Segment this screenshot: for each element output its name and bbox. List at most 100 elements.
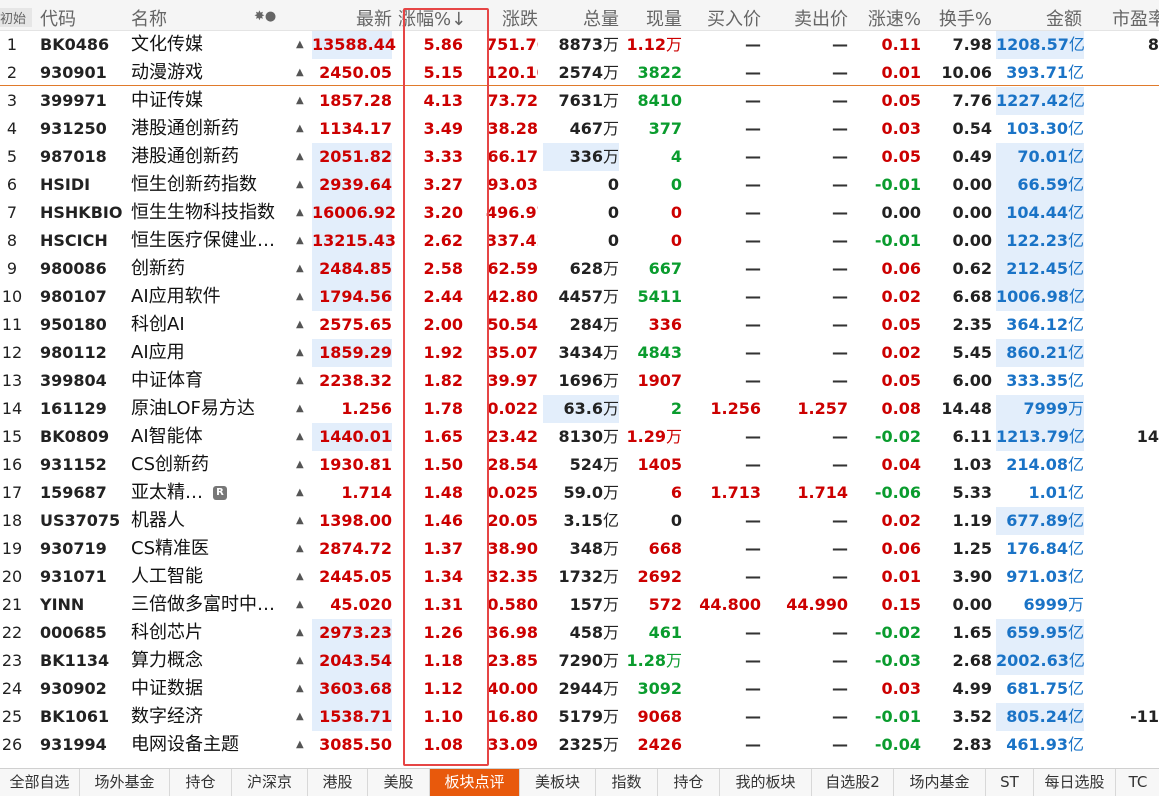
bell-icon: ▲	[296, 263, 304, 274]
table-row[interactable]: 18 US37075 机器人 ▲ 1398.00 1.46 20.05 3.15亿 0— —0.0…	[0, 507, 1159, 535]
tab-10[interactable]: 我的板块	[720, 769, 812, 796]
table-row[interactable]: 9 980086 创新药 ▲ 2484.85 2.58 62.59 628万 667 — — 0.06…	[0, 255, 1159, 283]
tab-6[interactable]: 板块点评	[430, 769, 520, 796]
trade-amount-value: 971.03	[1006, 567, 1068, 586]
table-row[interactable]: 21 YINN 三倍做多富时中… ▲ 45.020 1.31 0.580 157万 572 44.…	[0, 591, 1159, 619]
total-volume: 458万	[543, 619, 619, 647]
table-row[interactable]: 3 399971 中证传媒 ▲ 1857.28 4.13 73.72 7631万 8410 — — 0…	[0, 87, 1159, 115]
trade-amount-value: 659.95	[1006, 623, 1068, 642]
tab-13[interactable]: ST	[986, 769, 1034, 796]
col-icons[interactable]: ✸●	[254, 9, 276, 24]
tab-4[interactable]: 港股	[308, 769, 368, 796]
table-row[interactable]: 20 931071 人工智能 ▲ 2445.05 1.34 32.35 1732万 2692 — —…	[0, 563, 1159, 591]
table-row[interactable]: 14 161129 原油LOF易方达 ▲ 1.256 1.78 0.022 63.6万 2 1.2…	[0, 395, 1159, 423]
table-row[interactable]: 5 987018 港股通创新药 ▲ 2051.82 3.33 66.17 336万 4 — — 0.0…	[0, 143, 1159, 171]
tab-7[interactable]: 美板块	[520, 769, 596, 796]
trade-amount: 333.35亿	[996, 367, 1084, 395]
reset-button[interactable]: 初始	[0, 8, 32, 27]
tab-12[interactable]: 场内基金	[894, 769, 986, 796]
pe-ratio	[1110, 311, 1159, 339]
table-row[interactable]: 6 HSIDI 恒生创新药指数 ▲ 2939.64 3.27 93.03 0 0 — — -0.01 0…	[0, 171, 1159, 199]
trade-amount: 364.12亿	[996, 311, 1084, 339]
col-amount[interactable]: 金额	[996, 5, 1082, 31]
tab-11[interactable]: 自选股2	[812, 769, 894, 796]
col-pe[interactable]: 市盈率	[1112, 5, 1159, 31]
tab-0[interactable]: 全部自选	[0, 769, 80, 796]
total-volume: 2325万	[543, 731, 619, 759]
table-row[interactable]: 2 930901 动漫游戏 ▲ 2450.05 5.15 120.10 2574万 3822 — —…	[0, 59, 1159, 87]
table-row[interactable]: 23 BK1134 算力概念 ▲ 2043.54 1.18 23.85 7290万 1.28万 —…	[0, 647, 1159, 675]
tab-14[interactable]: 每日选股	[1034, 769, 1116, 796]
col-bid[interactable]: 买入价	[698, 5, 761, 31]
pe-ratio	[1110, 451, 1159, 479]
pe-ratio	[1110, 507, 1159, 535]
table-row[interactable]: 4 931250 港股通创新药 ▲ 1134.17 3.49 38.28 467万 377 — — 0…	[0, 115, 1159, 143]
col-speed[interactable]: 涨速%	[855, 5, 921, 31]
change-speed: -0.06	[874, 483, 921, 502]
table-row[interactable]: 11 950180 科创AI ▲ 2575.65 2.00 50.54 284万 336 — — 0.…	[0, 311, 1159, 339]
security-code: 950180	[40, 315, 107, 334]
table-row[interactable]: 12 980112 AI应用 ▲ 1859.29 1.92 35.07 3434万 4843 — —…	[0, 339, 1159, 367]
trade-amount: 1213.79亿	[996, 423, 1085, 451]
table-row[interactable]: 22 000685 科创芯片 ▲ 2973.23 1.26 36.98 458万 461 — — -0…	[0, 619, 1159, 647]
tab-15[interactable]: TC	[1116, 769, 1159, 796]
total-volume-value: 2325	[558, 735, 603, 754]
table-row[interactable]: 10 980107 AI应用软件 ▲ 1794.56 2.44 42.80 4457万 5411…	[0, 283, 1159, 311]
total-volume: 524万	[543, 451, 619, 479]
col-name[interactable]: 名称	[131, 5, 167, 31]
total-volume-value: 59.0	[563, 483, 603, 502]
col-volume[interactable]: 总量	[543, 5, 619, 31]
bid-price: —	[745, 343, 761, 362]
table-row[interactable]: 8 HSCICH 恒生医疗保健业… ▲ 13215.43 2.62 337.42 0 0 — — -0…	[0, 227, 1159, 255]
trade-amount: 461.93亿	[996, 731, 1084, 759]
last-price: 2450.05	[319, 63, 392, 82]
total-volume-unit: 万	[602, 287, 619, 306]
change-value: 0.025	[487, 483, 538, 502]
table-row[interactable]: 19 930719 CS精准医 ▲ 2874.72 1.37 38.90 348万 668 — — 0…	[0, 535, 1159, 563]
change-value: 32.35	[487, 567, 538, 586]
row-index: 23	[1, 651, 23, 670]
col-code[interactable]: 代码	[40, 5, 76, 31]
pe-ratio	[1110, 227, 1159, 255]
tab-5[interactable]: 美股	[368, 769, 430, 796]
total-volume-value: 336	[569, 147, 603, 166]
row-index: 22	[1, 623, 23, 642]
turnover-rate: 6.68	[952, 287, 992, 306]
table-row[interactable]: 17 159687 亚太精… R ▲ 1.714 1.48 0.025 59.0万 6 1.713 1…	[0, 479, 1159, 507]
table-row[interactable]: 1BK0486文化传媒▲13588.445.86751.768873万1.12万…	[0, 31, 1159, 59]
ask-price: —	[832, 91, 848, 110]
total-volume-value: 63.6	[563, 399, 603, 418]
table-row[interactable]: 15 BK0809 AI智能体 ▲ 1440.01 1.65 23.42 8130万 1.29万…	[0, 423, 1159, 451]
table-row[interactable]: 24 930902 中证数据 ▲ 3603.68 1.12 40.00 2944万 3092 — —…	[0, 675, 1159, 703]
tab-9[interactable]: 持仓	[658, 769, 720, 796]
col-turnover[interactable]: 换手%	[924, 5, 992, 31]
total-volume: 1732万	[543, 563, 619, 591]
tab-1[interactable]: 场外基金	[80, 769, 170, 796]
bell-icon: ▲	[296, 347, 304, 358]
change-speed: 0.03	[881, 679, 921, 698]
table-row[interactable]: 26 931994 电网设备主题 ▲ 3085.50 1.08 33.09 2325万 2426…	[0, 731, 1159, 759]
turnover-rate: 0.00	[952, 175, 992, 194]
current-volume-value: 2	[670, 399, 682, 418]
turnover-rate: 3.52	[952, 707, 992, 726]
pe-ratio: 8	[1147, 35, 1159, 54]
table-row[interactable]: 16 931152 CS创新药 ▲ 1930.81 1.50 28.54 524万 1405 — —…	[0, 451, 1159, 479]
table-row[interactable]: 25 BK1061 数字经济 ▲ 1538.71 1.10 16.80 5179万 9068 — —…	[0, 703, 1159, 731]
col-ask[interactable]: 卖出价	[770, 5, 848, 31]
ask-price: —	[832, 231, 848, 250]
table-row[interactable]: 7 HSHKBIO 恒生生物科技指数 ▲ 16006.92 3.20 496.97 0 0 — — 0…	[0, 199, 1159, 227]
col-current-vol[interactable]: 现量	[620, 5, 682, 31]
total-volume-value: 1732	[558, 567, 603, 586]
total-volume-value: 348	[569, 539, 603, 558]
tab-3[interactable]: 沪深京	[232, 769, 308, 796]
col-last[interactable]: 最新	[312, 5, 392, 31]
tab-2[interactable]: 持仓	[170, 769, 232, 796]
trade-amount-unit: 亿	[1067, 735, 1084, 754]
table-row[interactable]: 13 399804 中证体育 ▲ 2238.32 1.82 39.97 1696万 1907 — —…	[0, 367, 1159, 395]
col-change[interactable]: 涨跌	[486, 5, 538, 31]
tab-8[interactable]: 指数	[596, 769, 658, 796]
security-code: BK0486	[40, 35, 110, 54]
turnover-rate: 6.11	[952, 427, 992, 446]
security-code: 931994	[40, 735, 107, 754]
col-change-pct[interactable]: 涨幅%↓	[398, 5, 466, 31]
